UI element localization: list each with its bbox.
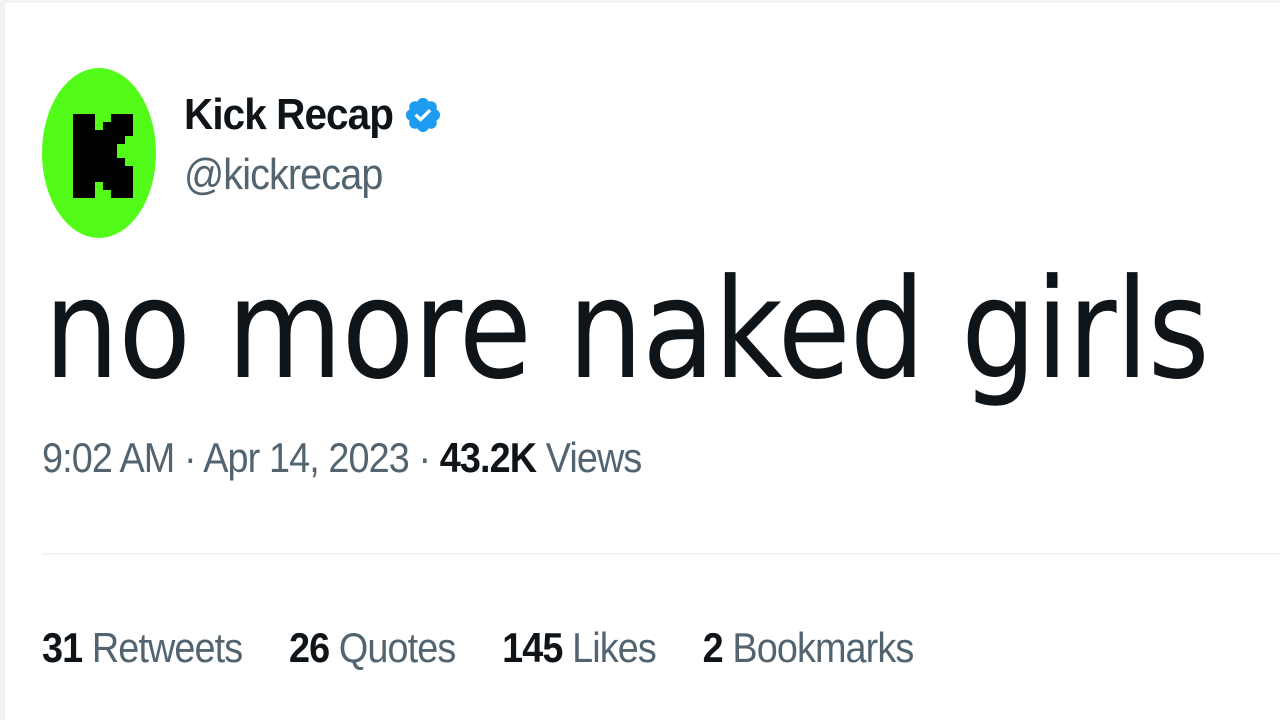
tweet-text: no more naked girls xyxy=(44,249,1210,410)
meta-separator: · xyxy=(184,434,197,481)
author-block: Kick Recap @kickrecap xyxy=(184,84,443,200)
bookmarks-stat[interactable]: 2 Bookmarks xyxy=(702,624,915,672)
display-name[interactable]: Kick Recap xyxy=(184,90,394,140)
kick-logo-icon xyxy=(73,114,133,198)
views-label: Views xyxy=(545,434,643,481)
bookmarks-count: 2 xyxy=(702,624,724,671)
tweet-date[interactable]: Apr 14, 2023 xyxy=(203,434,410,481)
handle[interactable]: @kickrecap xyxy=(184,150,383,200)
retweets-stat[interactable]: 31 Retweets xyxy=(42,624,243,672)
quotes-label: Quotes xyxy=(338,624,456,671)
likes-count: 145 xyxy=(502,624,563,671)
tweet-card: Kick Recap @kickrecap no more naked girl… xyxy=(0,0,1280,720)
tweet-meta: 9:02 AM · Apr 14, 2023 · 43.2K Views xyxy=(42,434,643,482)
quotes-stat[interactable]: 26 Quotes xyxy=(289,624,456,672)
name-row: Kick Recap xyxy=(184,84,443,146)
retweets-label: Retweets xyxy=(91,624,243,671)
verified-badge-icon xyxy=(406,97,441,133)
divider xyxy=(42,553,1280,555)
retweets-count: 31 xyxy=(42,624,83,671)
left-edge xyxy=(0,0,5,720)
engagement-stats: 31 Retweets 26 Quotes 145 Likes 2 Bookma… xyxy=(42,624,960,672)
views-count: 43.2K xyxy=(439,434,537,481)
likes-stat[interactable]: 145 Likes xyxy=(502,624,657,672)
quotes-count: 26 xyxy=(289,624,330,671)
meta-separator: · xyxy=(418,434,431,481)
tweet-time[interactable]: 9:02 AM xyxy=(42,434,175,481)
avatar[interactable] xyxy=(42,68,156,238)
top-edge xyxy=(0,0,1280,3)
likes-label: Likes xyxy=(572,624,657,671)
bookmarks-label: Bookmarks xyxy=(732,624,914,671)
